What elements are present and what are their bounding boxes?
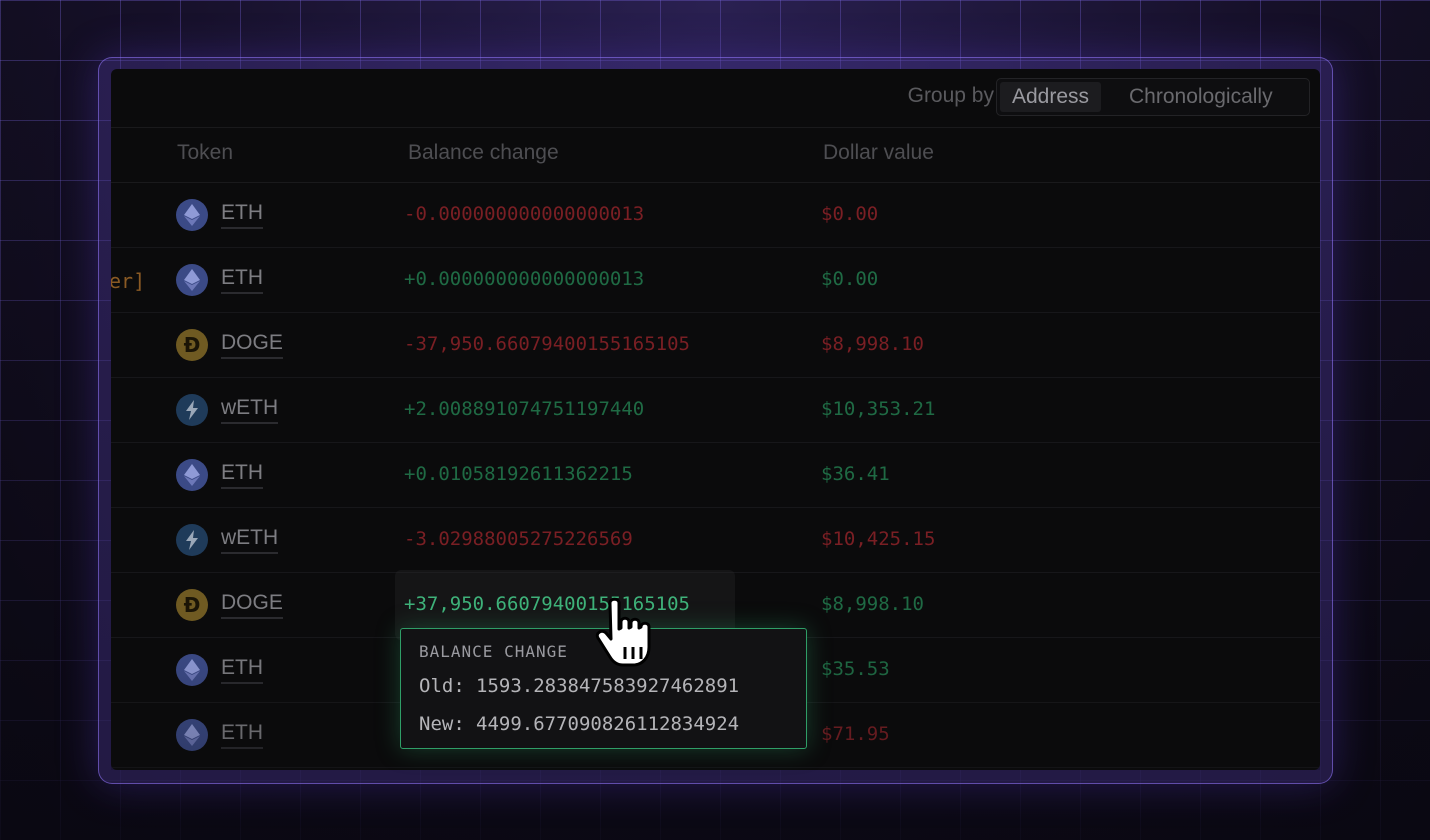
tooltip-title: BALANCE CHANGE xyxy=(419,642,568,661)
column-header-dollar-value[interactable]: Dollar value xyxy=(823,141,934,165)
table-row[interactable]: Ð DOGE -37,950.66079400155165105 $8,998.10 xyxy=(111,313,1320,378)
balance-change-value[interactable]: -0.000000000000000013 xyxy=(404,203,644,225)
truncated-address-fragment: er] xyxy=(111,269,146,293)
dollar-value: $0.00 xyxy=(821,268,879,290)
ethereum-icon xyxy=(176,719,208,751)
tooltip-new-label: New: xyxy=(419,713,465,735)
group-by-chronologically-button[interactable]: Chronologically xyxy=(1117,82,1285,112)
column-header-token[interactable]: Token xyxy=(177,141,233,165)
token-name[interactable]: ETH xyxy=(221,656,263,684)
column-header-balance-change[interactable]: Balance change xyxy=(408,141,559,165)
dollar-value: $8,998.10 xyxy=(821,593,924,615)
ethereum-icon xyxy=(176,264,208,296)
ethereum-icon xyxy=(176,459,208,491)
token-name[interactable]: wETH xyxy=(221,396,279,424)
balance-change-value[interactable]: +0.000000000000000013 xyxy=(404,268,644,290)
lightning-icon xyxy=(176,394,208,426)
ethereum-icon xyxy=(176,654,208,686)
token-name[interactable]: ETH xyxy=(221,201,263,229)
token-name[interactable]: DOGE xyxy=(221,331,283,359)
dollar-value: $71.95 xyxy=(821,723,890,745)
table-row[interactable]: ETH +0.01058192611362215 $36.41 xyxy=(111,443,1320,508)
token-name[interactable]: ETH xyxy=(221,266,263,294)
dollar-value: $36.41 xyxy=(821,463,890,485)
dollar-value: $35.53 xyxy=(821,658,890,680)
group-by-label: Group by xyxy=(907,84,994,107)
dollar-value: $10,353.21 xyxy=(821,398,936,420)
dollar-value: $0.00 xyxy=(821,203,879,225)
group-by-address-button[interactable]: Address xyxy=(1000,82,1102,112)
balance-change-value[interactable]: -3.02988005275226569 xyxy=(404,528,633,550)
hand-pointer-cursor-icon xyxy=(595,597,651,667)
token-name[interactable]: DOGE xyxy=(221,591,283,619)
lightning-icon xyxy=(176,524,208,556)
balance-change-value[interactable]: +0.01058192611362215 xyxy=(404,463,633,485)
tooltip-old-label: Old: xyxy=(419,675,465,697)
token-name[interactable]: ETH xyxy=(221,721,263,749)
dogecoin-icon: Ð xyxy=(176,329,208,361)
tooltip-old-value: 1593.283847583927462891 xyxy=(476,675,740,697)
table-row[interactable]: wETH +2.008891074751197440 $10,353.21 xyxy=(111,378,1320,443)
dollar-value: $10,425.15 xyxy=(821,528,936,550)
table-row[interactable]: ETH -0.000000000000000013 $0.00 xyxy=(111,183,1320,248)
ethereum-icon xyxy=(176,199,208,231)
group-by-segmented-control: Address Chronologically xyxy=(996,78,1310,116)
toolbar: Group by Address Chronologically xyxy=(111,69,1320,128)
token-name[interactable]: wETH xyxy=(221,526,279,554)
table-row[interactable]: ETH +0.000000000000000013 $0.00 xyxy=(111,248,1320,313)
tooltip-new-value: 4499.677090826112834924 xyxy=(476,713,740,735)
table-header: Token Balance change Dollar value xyxy=(111,128,1320,183)
dollar-value: $8,998.10 xyxy=(821,333,924,355)
token-name[interactable]: ETH xyxy=(221,461,263,489)
dogecoin-icon: Ð xyxy=(176,589,208,621)
balance-change-value[interactable]: -37,950.66079400155165105 xyxy=(404,333,690,355)
balance-change-value[interactable]: +2.008891074751197440 xyxy=(404,398,644,420)
table-row[interactable]: wETH -3.02988005275226569 $10,425.15 xyxy=(111,508,1320,573)
